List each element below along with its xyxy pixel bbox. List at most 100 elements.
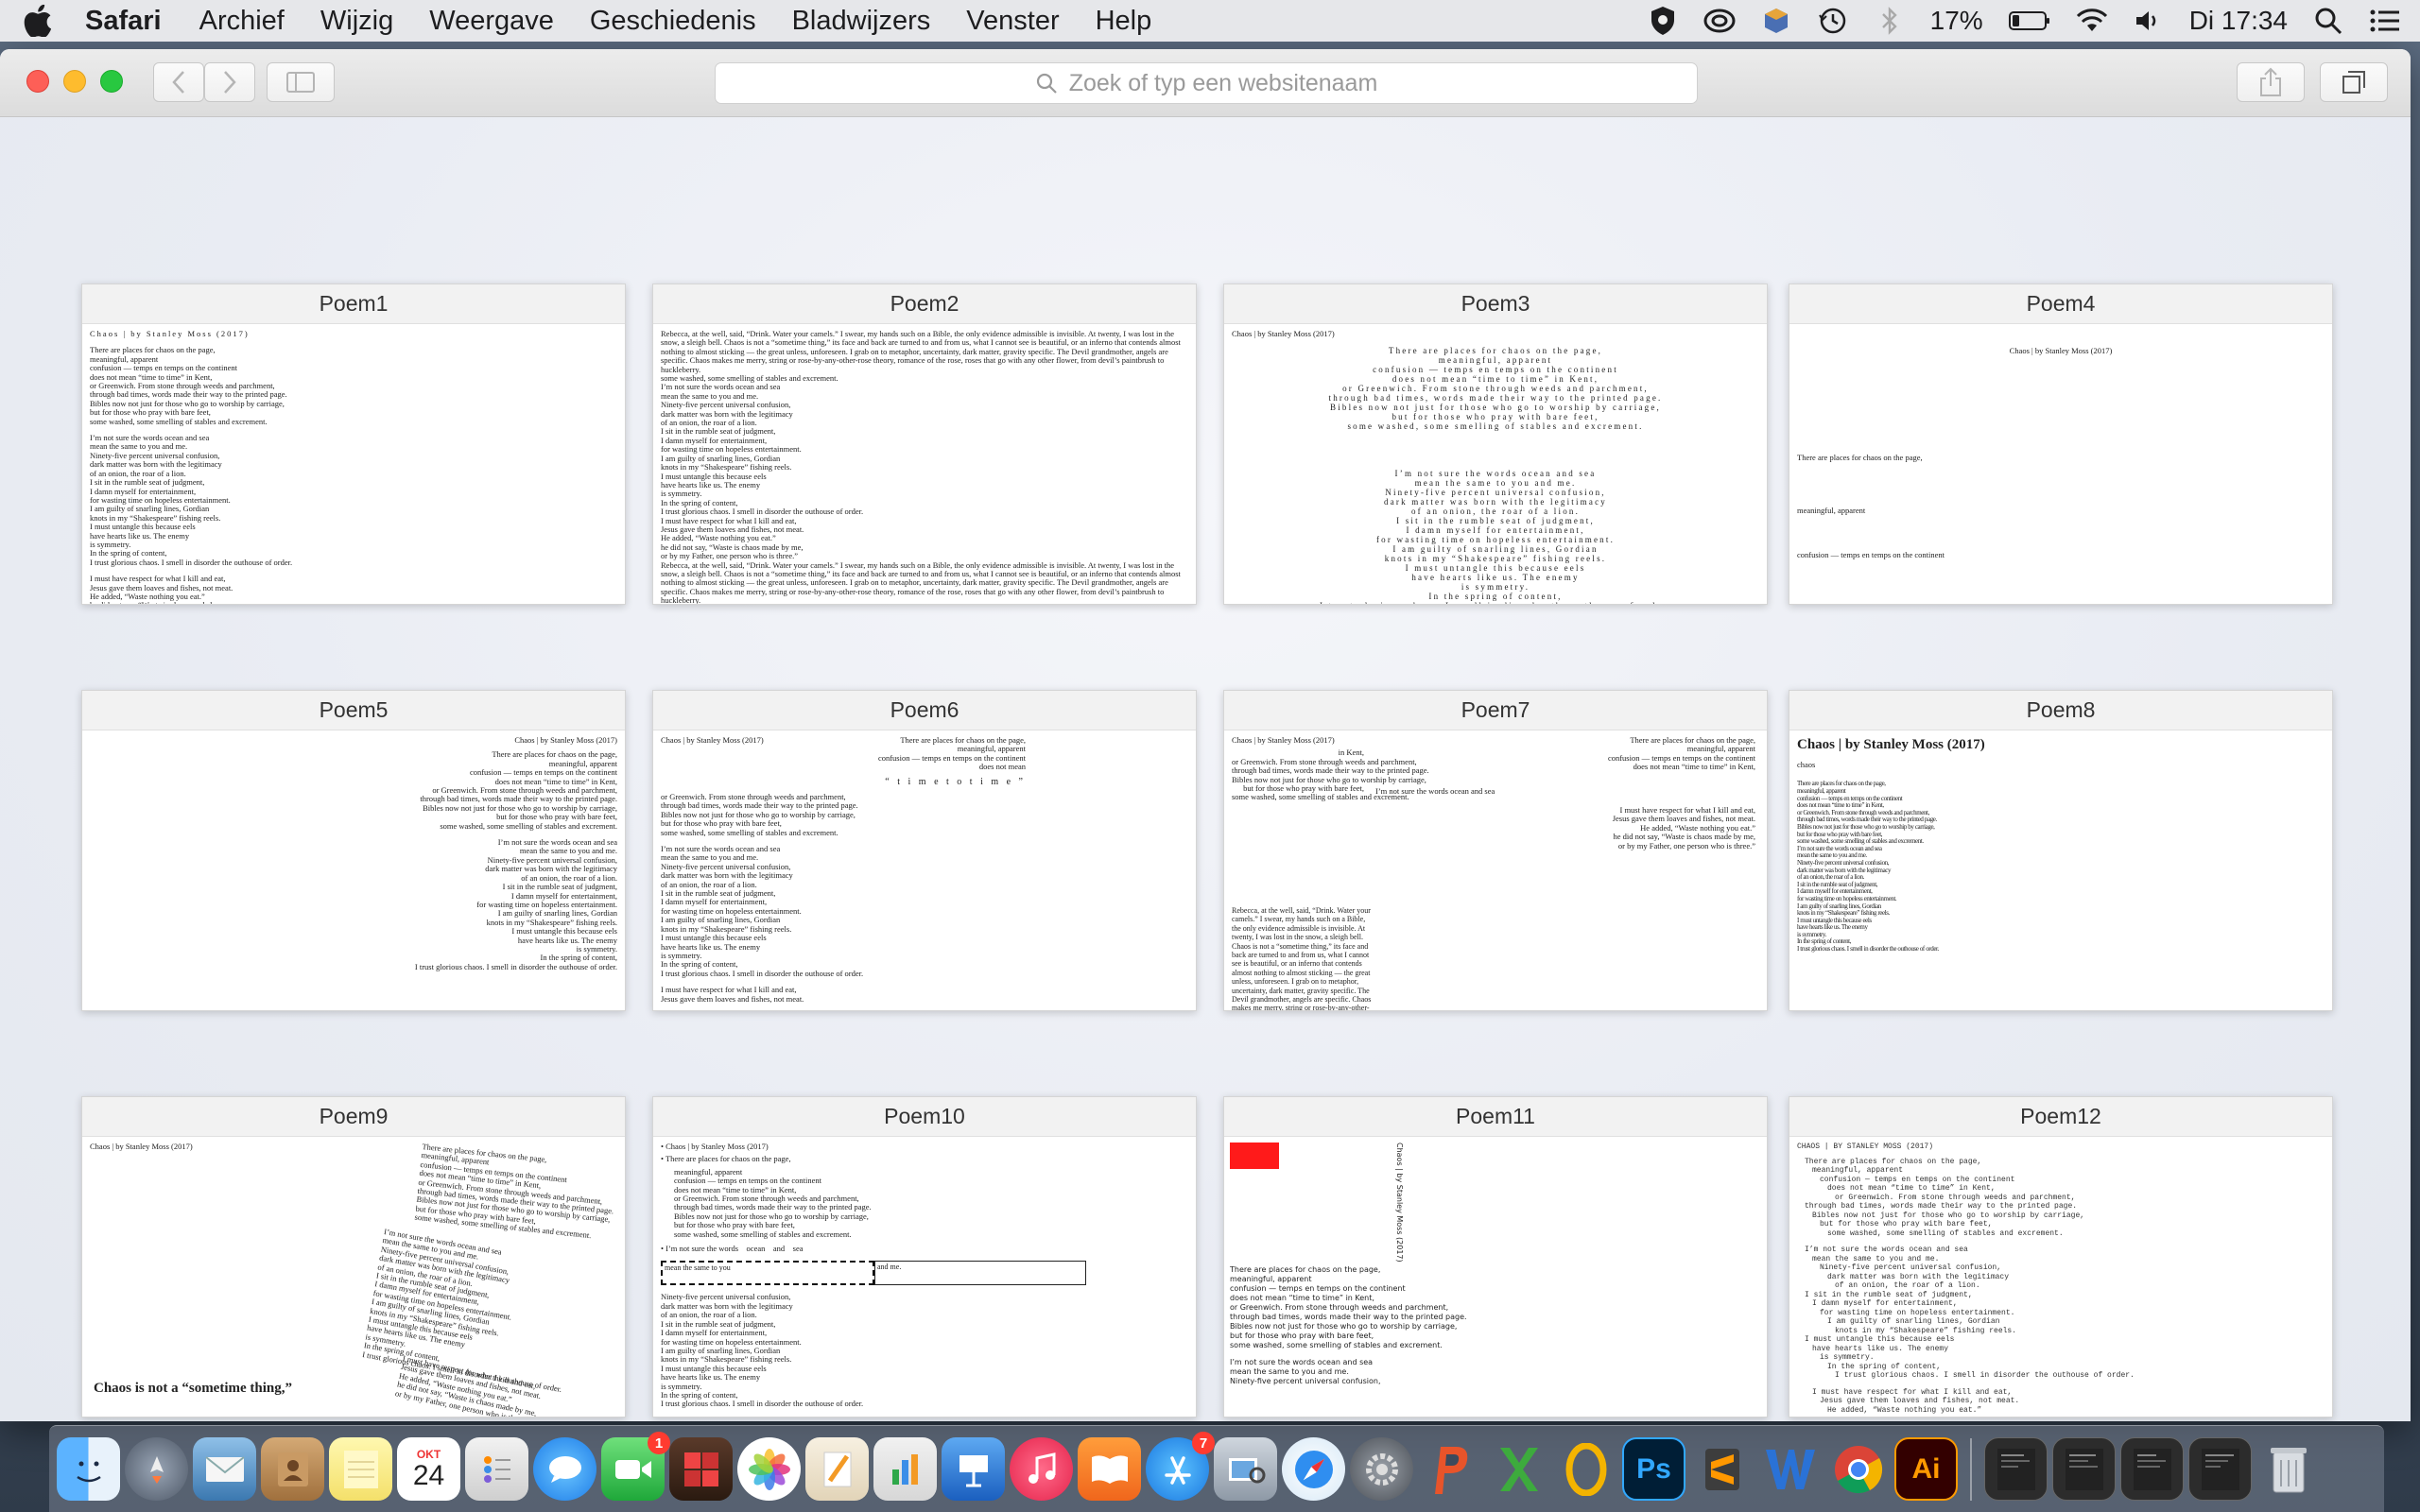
menu-help[interactable]: Help <box>1096 6 1152 37</box>
menubar-clock[interactable]: Di 17:34 <box>2189 6 2288 36</box>
menu-venster[interactable]: Venster <box>966 6 1059 37</box>
calendar-icon[interactable]: OKT 24 <box>397 1437 460 1501</box>
preview-icon[interactable] <box>1214 1437 1277 1501</box>
app-store-icon[interactable]: 7 <box>1146 1432 1215 1501</box>
share-button[interactable] <box>2237 62 2305 102</box>
poem-line: Bibles now not just for those who go to … <box>1330 403 1661 413</box>
poem-line: does not mean “time to time” in Kent, <box>1633 762 1755 772</box>
system-preferences-icon[interactable] <box>1350 1437 1413 1501</box>
battery-icon[interactable] <box>2008 5 2051 37</box>
fullscreen-window-button[interactable] <box>100 70 123 93</box>
tab-preview: Chaos | by Stanley Moss (2017) There are… <box>661 735 1026 1004</box>
poem-line: is symmetry. <box>1797 930 1826 938</box>
dock-separator <box>1970 1437 1972 1501</box>
apple-icon[interactable] <box>19 5 57 37</box>
pages-icon[interactable] <box>805 1437 869 1501</box>
tab-poem3[interactable]: Poem3 Chaos | by Stanley Moss (2017) The… <box>1223 284 1768 605</box>
sublime-text-icon[interactable] <box>1690 1437 1754 1501</box>
tab-overview: Poem1 Chaos | by Stanley Moss (2017) The… <box>0 117 2411 1421</box>
poem-line: Ninety-five percent universal confusion, <box>1820 1263 2002 1272</box>
photos-icon[interactable] <box>737 1437 801 1501</box>
launchpad-icon[interactable] <box>125 1437 188 1501</box>
tab-preview: Chaos | by Stanley Moss (2017) There are… <box>82 324 625 604</box>
facetime-badge: 1 <box>648 1432 670 1454</box>
tab-preview: Rebecca, at the well, said, “Drink. Wate… <box>653 324 1196 604</box>
tab-title: Poem12 <box>1789 1097 2332 1137</box>
photoshop-icon[interactable]: Ps <box>1622 1437 1685 1501</box>
tab-poem9[interactable]: Poem9 Chaos | by Stanley Moss (2017) The… <box>81 1096 626 1418</box>
shield-icon[interactable] <box>1647 5 1679 37</box>
mail-icon[interactable] <box>193 1437 256 1501</box>
menu-weergave[interactable]: Weergave <box>429 6 554 37</box>
safari-icon[interactable] <box>1282 1437 1345 1501</box>
reminders-icon[interactable] <box>465 1437 528 1501</box>
contacts-icon[interactable] <box>261 1437 324 1501</box>
presentation-p-icon[interactable] <box>1418 1437 1481 1501</box>
address-bar[interactable]: Zoek of typ een websitenaam <box>715 62 1698 104</box>
messages-icon[interactable] <box>533 1437 596 1501</box>
close-window-button[interactable] <box>26 70 49 93</box>
forward-button[interactable] <box>204 62 255 102</box>
cube-app-icon[interactable] <box>1760 5 1792 37</box>
poem-line: for wasting time on hopeless entertainme… <box>1375 535 1616 545</box>
time-machine-icon[interactable] <box>1817 5 1849 37</box>
poem-line: through bad times, words made their way … <box>1328 393 1663 404</box>
volume-icon[interactable] <box>2133 5 2165 37</box>
poem-line: have hearts like us. The enemy <box>1411 573 1580 583</box>
spreadsheet-x-icon[interactable] <box>1486 1437 1549 1501</box>
menu-bladwijzers[interactable]: Bladwijzers <box>792 6 931 37</box>
poem-line: mean the same to you and me. <box>1414 478 1577 489</box>
photo-booth-icon[interactable] <box>669 1437 733 1501</box>
office-o-icon[interactable] <box>1554 1437 1617 1501</box>
menu-archief[interactable]: Archief <box>199 6 285 37</box>
minimized-window-1[interactable] <box>1984 1437 2048 1501</box>
show-all-tabs-button[interactable] <box>2320 62 2388 102</box>
tab-poem4[interactable]: Poem4 Chaos | by Stanley Moss (2017) The… <box>1789 284 2333 605</box>
numbers-icon[interactable] <box>873 1437 937 1501</box>
menu-wijzig[interactable]: Wijzig <box>320 6 393 37</box>
creative-cloud-icon[interactable] <box>1703 5 1736 37</box>
tab-poem8[interactable]: Poem8 Chaos | by Stanley Moss (2017) cha… <box>1789 690 2333 1011</box>
word-w-icon[interactable] <box>1758 1437 1822 1501</box>
poem-line: confusion — temps en temps on the contin… <box>1820 1175 2015 1184</box>
minimized-window-3[interactable] <box>2120 1437 2184 1501</box>
poem-line: have hearts like us. The enemy <box>90 530 190 541</box>
minimized-window-4[interactable] <box>2188 1437 2252 1501</box>
tab-poem11[interactable]: Poem11 Chaos | by Stanley Moss (2017) Th… <box>1223 1096 1768 1418</box>
poem-line: I sit in the rumble seat of judgment, <box>1396 516 1595 526</box>
poem-line: some washed, some smelling of stables an… <box>661 827 838 837</box>
menu-geschiedenis[interactable]: Geschiedenis <box>590 6 756 37</box>
poem-line: have hearts like us. The enemy <box>661 479 761 490</box>
bluetooth-icon[interactable] <box>1874 5 1906 37</box>
poem-line: for wasting time on hopeless entertainme… <box>1820 1308 2015 1317</box>
tab-poem5[interactable]: Poem5 Chaos | by Stanley Moss (2017) The… <box>81 690 626 1011</box>
trash-icon[interactable] <box>2256 1437 2320 1501</box>
wifi-icon[interactable] <box>2076 5 2108 37</box>
tab-preview: Chaos | by Stanley Moss (2017) There are… <box>82 1137 625 1417</box>
tab-poem7[interactable]: Poem7 Chaos | by Stanley Moss (2017) in … <box>1223 690 1768 1011</box>
music-icon[interactable] <box>1010 1437 1073 1501</box>
facetime-icon[interactable]: 1 <box>601 1432 670 1501</box>
menu-app-safari[interactable]: Safari <box>85 6 162 37</box>
tab-poem12[interactable]: Poem12 Chaos | by Stanley Moss (2017) Th… <box>1789 1096 2333 1418</box>
tab-poem6[interactable]: Poem6 Chaos | by Stanley Moss (2017) The… <box>652 690 1197 1011</box>
poem-line: In the spring of content, <box>1827 1362 1942 1371</box>
tab-poem1[interactable]: Poem1 Chaos | by Stanley Moss (2017) The… <box>81 284 626 605</box>
notes-icon[interactable] <box>329 1437 392 1501</box>
minimize-window-button[interactable] <box>63 70 86 93</box>
poem-line: is symmetry. <box>1820 1353 1875 1362</box>
finder-icon[interactable] <box>57 1437 120 1501</box>
tab-poem10[interactable]: Poem10 • Chaos | by Stanley Moss (2017) … <box>652 1096 1197 1418</box>
illustrator-icon[interactable]: Ai <box>1894 1437 1958 1501</box>
back-button[interactable] <box>153 62 204 102</box>
spotlight-icon[interactable] <box>2312 5 2344 37</box>
chrome-icon[interactable] <box>1826 1437 1890 1501</box>
sidebar-toggle-button[interactable] <box>267 62 335 102</box>
books-icon[interactable] <box>1078 1437 1141 1501</box>
poem-line: There are places for chaos on the page, <box>492 749 617 760</box>
tab-title: Poem5 <box>82 691 625 730</box>
notification-center-icon[interactable] <box>2369 5 2401 37</box>
minimized-window-2[interactable] <box>2052 1437 2116 1501</box>
keynote-icon[interactable] <box>942 1437 1005 1501</box>
tab-poem2[interactable]: Poem2 Rebecca, at the well, said, “Drink… <box>652 284 1197 605</box>
